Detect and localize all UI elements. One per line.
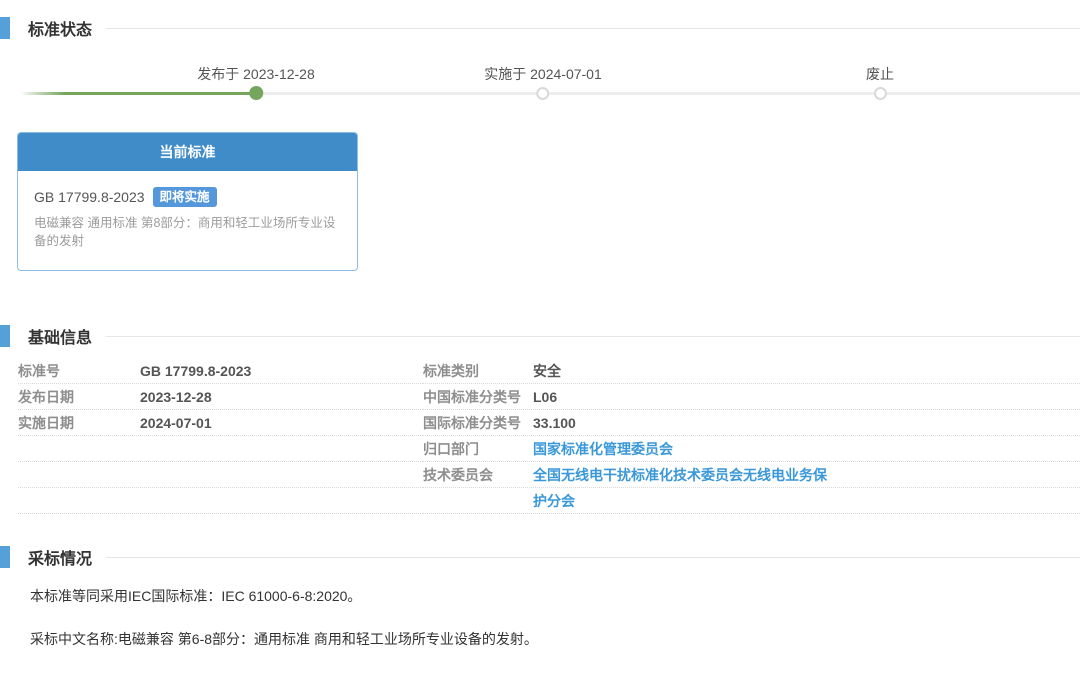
info-row-committee-wrap: 护分会 [423, 488, 1080, 514]
section-adoption: 采标情况 本标准等同采用IEC国际标准：IEC 61000-6-8:2020。 … [0, 545, 1080, 649]
timeline-stop-label: 废止 [866, 64, 894, 84]
info-row-standard-number: 标准号 GB 17799.8-2023 [18, 358, 423, 384]
committee-link[interactable]: 全国无线电干扰标准化技术委员会无线电业务保 [533, 465, 827, 485]
department-link[interactable]: 国家标准化管理委员会 [533, 439, 673, 459]
basic-info-table: 标准号 GB 17799.8-2023 发布日期 2023-12-28 实施日期… [0, 358, 1080, 514]
info-row-ics-code: 国际标准分类号 33.100 [423, 410, 1080, 436]
info-row-ccs-code: 中国标准分类号 L06 [423, 384, 1080, 410]
section-marker [0, 546, 10, 568]
timeline-stop-implemented: 实施于 2024-07-01 [484, 64, 602, 100]
timeline-stop-abolished: 废止 [866, 64, 894, 100]
section-rule [106, 28, 1080, 29]
timeline-stop-label: 发布于 2023-12-28 [197, 64, 315, 84]
info-label: 中国标准分类号 [423, 387, 533, 407]
info-row-implement-date: 实施日期 2024-07-01 [18, 410, 423, 436]
section-basic: 基础信息 标准号 GB 17799.8-2023 发布日期 2023-12-28… [0, 324, 1080, 514]
standard-code: GB 17799.8-2023 [34, 189, 145, 205]
basic-info-right-column: 标准类别 安全 中国标准分类号 L06 国际标准分类号 33.100 归口部门 … [423, 358, 1080, 514]
info-label: 发布日期 [18, 387, 140, 407]
status-badge: 即将实施 [153, 187, 217, 207]
info-row-empty [18, 488, 423, 514]
section-marker [0, 17, 10, 39]
standard-code-line: GB 17799.8-2023 即将实施 [34, 187, 341, 207]
info-value: 2023-12-28 [140, 389, 212, 405]
adoption-line: 采标中文名称:电磁兼容 第6-8部分：通用标准 商用和轻工业场所专业设备的发射。 [0, 629, 1080, 649]
section-marker [0, 325, 10, 347]
timeline-dot-abolished [874, 87, 887, 100]
card-header: 当前标准 [18, 133, 357, 171]
timeline-stop-published: 发布于 2023-12-28 [197, 64, 315, 100]
status-timeline: 发布于 2023-12-28 实施于 2024-07-01 废止 [0, 64, 1080, 114]
adoption-line: 本标准等同采用IEC国际标准：IEC 61000-6-8:2020。 [0, 586, 1080, 606]
info-label: 实施日期 [18, 413, 140, 433]
card-body: GB 17799.8-2023 即将实施 电磁兼容 通用标准 第8部分：商用和轻… [18, 171, 357, 270]
current-standard-card[interactable]: 当前标准 GB 17799.8-2023 即将实施 电磁兼容 通用标准 第8部分… [17, 132, 358, 271]
section-title-basic: 基础信息 [28, 324, 92, 348]
info-row-publish-date: 发布日期 2023-12-28 [18, 384, 423, 410]
info-label: 技术委员会 [423, 465, 533, 485]
section-header-basic: 基础信息 [0, 324, 1080, 348]
info-row-category: 标准类别 安全 [423, 358, 1080, 384]
info-label: 标准号 [18, 361, 140, 381]
standard-description: 电磁兼容 通用标准 第8部分：商用和轻工业场所专业设备的发射 [34, 214, 341, 250]
committee-link-continued[interactable]: 护分会 [533, 491, 575, 511]
timeline-dot-implemented [536, 87, 549, 100]
info-label: 归口部门 [423, 439, 533, 459]
info-label: 国际标准分类号 [423, 413, 533, 433]
section-header-status: 标准状态 [0, 16, 1080, 40]
section-status: 标准状态 发布于 2023-12-28 实施于 2024-07-01 废止 当前… [0, 16, 1080, 271]
timeline-stop-label: 实施于 2024-07-01 [484, 64, 602, 84]
info-row-committee: 技术委员会 全国无线电干扰标准化技术委员会无线电业务保 [423, 462, 1080, 488]
section-title-adoption: 采标情况 [28, 545, 92, 569]
page: 标准状态 发布于 2023-12-28 实施于 2024-07-01 废止 当前… [0, 16, 1080, 679]
info-row-empty [18, 436, 423, 462]
timeline-dot-published [249, 86, 263, 100]
basic-info-left-column: 标准号 GB 17799.8-2023 发布日期 2023-12-28 实施日期… [18, 358, 423, 514]
section-rule [106, 336, 1080, 337]
info-value: 2024-07-01 [140, 415, 212, 431]
info-label: 标准类别 [423, 361, 533, 381]
info-value: 33.100 [533, 415, 576, 431]
section-rule [106, 557, 1080, 558]
info-row-department: 归口部门 国家标准化管理委员会 [423, 436, 1080, 462]
info-value: L06 [533, 389, 557, 405]
section-header-adoption: 采标情况 [0, 545, 1080, 569]
section-title-status: 标准状态 [28, 16, 92, 40]
info-row-empty [18, 462, 423, 488]
info-value: GB 17799.8-2023 [140, 363, 251, 379]
info-value: 安全 [533, 361, 561, 381]
